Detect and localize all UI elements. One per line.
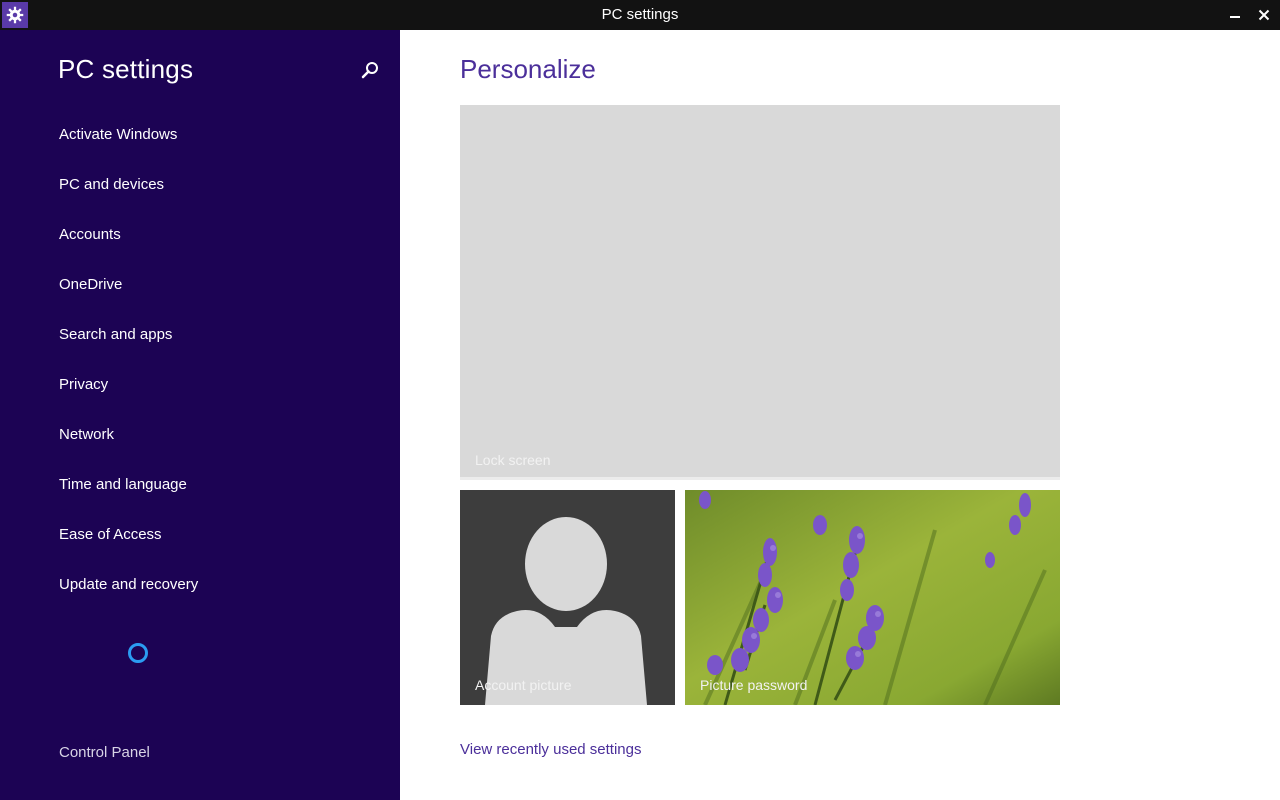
lock-screen-label: Lock screen <box>475 452 551 468</box>
sidebar-item-accounts[interactable]: Accounts <box>59 220 121 250</box>
close-icon[interactable] <box>1251 0 1277 30</box>
account-picture-tile[interactable]: Account picture <box>460 490 675 705</box>
sidebar-item-pc-and-devices[interactable]: PC and devices <box>59 170 164 200</box>
minimize-icon[interactable] <box>1222 0 1248 30</box>
view-recent-settings-link[interactable]: View recently used settings <box>460 741 642 758</box>
account-picture-label: Account picture <box>475 677 572 693</box>
user-silhouette-icon <box>485 517 647 705</box>
search-icon[interactable] <box>360 60 380 80</box>
window-title: PC settings <box>601 6 679 23</box>
lock-screen-tile[interactable]: Lock screen <box>460 105 1060 480</box>
lavender-photo <box>685 490 1060 705</box>
sidebar-item-ease-of-access[interactable]: Ease of Access <box>59 520 162 550</box>
page-title: Personalize <box>460 54 596 84</box>
picture-password-label: Picture password <box>700 677 808 693</box>
picture-password-tile[interactable]: Picture password <box>685 490 1060 705</box>
sidebar-item-update-and-recovery[interactable]: Update and recovery <box>59 570 198 600</box>
sidebar-item-search-and-apps[interactable]: Search and apps <box>59 320 172 350</box>
loading-spinner <box>128 643 148 663</box>
sidebar-item-privacy[interactable]: Privacy <box>59 370 108 400</box>
sidebar-title: PC settings <box>58 54 194 84</box>
sidebar-item-activate-windows[interactable]: Activate Windows <box>59 120 177 150</box>
sidebar-item-onedrive[interactable]: OneDrive <box>59 270 122 300</box>
sidebar: PC settings Activate Windows PC and devi… <box>0 30 400 800</box>
sidebar-item-time-and-language[interactable]: Time and language <box>59 470 187 500</box>
title-bar: PC settings <box>0 0 1280 30</box>
control-panel-link[interactable]: Control Panel <box>59 744 150 761</box>
sidebar-item-network[interactable]: Network <box>59 420 114 450</box>
